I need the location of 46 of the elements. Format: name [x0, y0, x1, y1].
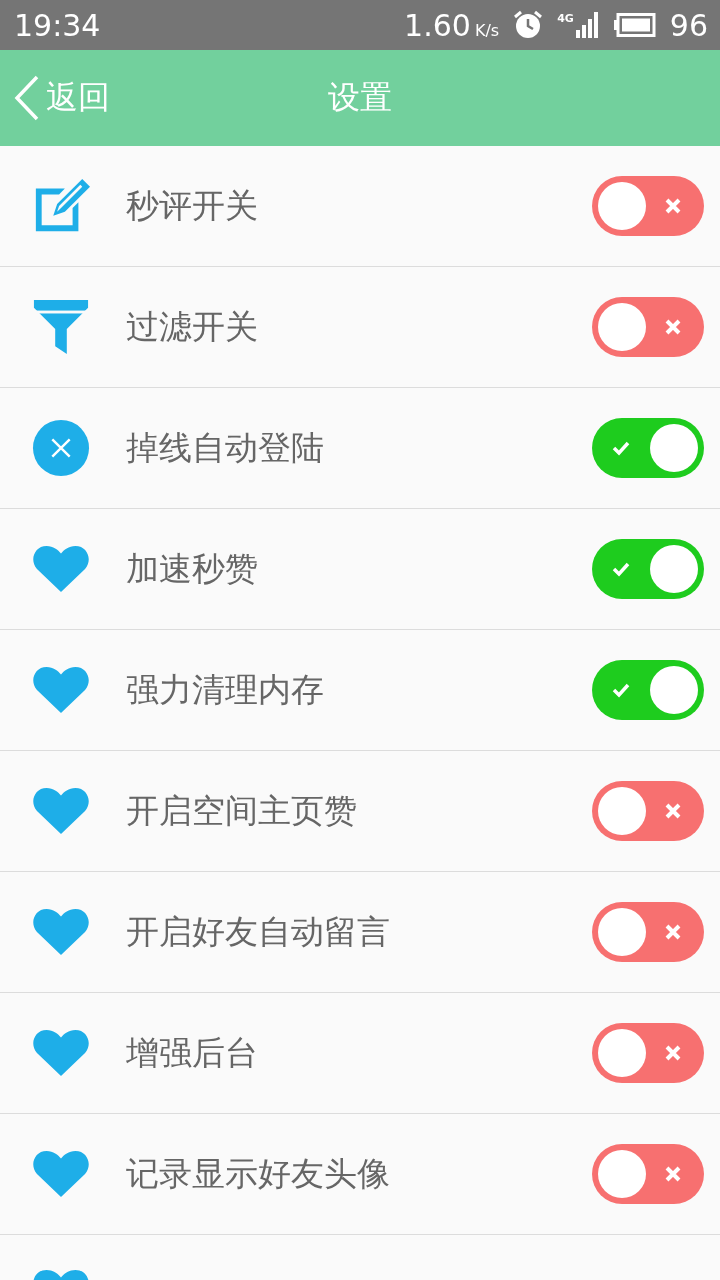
cross-icon	[664, 318, 682, 336]
setting-label: 增强后台	[126, 1031, 259, 1074]
toggle-switch[interactable]	[592, 297, 704, 357]
cross-icon	[664, 197, 682, 215]
cross-icon	[664, 802, 682, 820]
battery-level: 96	[669, 7, 708, 43]
signal-icon	[575, 12, 600, 38]
check-icon	[612, 560, 630, 578]
setting-label: 强力清理内存	[126, 668, 325, 711]
toggle-switch[interactable]	[592, 1023, 704, 1083]
network-type: 4G	[557, 12, 574, 25]
setting-label: 开启好友自动留言	[126, 910, 391, 953]
setting-label: 秒评开关	[126, 184, 259, 227]
speed-unit: K/s	[474, 20, 500, 40]
check-icon	[612, 681, 630, 699]
setting-label: 开启空间主页赞	[126, 789, 358, 832]
setting-label: 记录显示好友头像	[126, 1152, 391, 1195]
filter-icon	[32, 298, 90, 356]
toggle-switch[interactable]	[592, 418, 704, 478]
close-icon	[32, 419, 90, 477]
toggle-switch[interactable]	[592, 660, 704, 720]
cross-icon	[664, 1044, 682, 1062]
heart-icon	[32, 1028, 90, 1078]
network-speed: 1.60	[404, 7, 471, 43]
alarm-icon	[513, 10, 544, 40]
check-icon	[612, 439, 630, 457]
heart-icon	[32, 907, 90, 957]
clock-time: 19:34	[14, 7, 102, 43]
battery-icon	[613, 13, 656, 37]
toggle-switch[interactable]	[592, 1144, 704, 1204]
heart-icon	[32, 665, 90, 715]
heart-icon	[32, 786, 90, 836]
cross-icon	[664, 1165, 682, 1183]
page-title: 设置	[328, 78, 392, 116]
cross-icon	[664, 923, 682, 941]
toggle-switch[interactable]	[592, 902, 704, 962]
setting-label: 过滤开关	[126, 305, 259, 348]
setting-label: 掉线自动登陆	[126, 426, 325, 469]
chevron-left-icon	[14, 75, 40, 121]
toggle-switch[interactable]	[592, 781, 704, 841]
toggle-switch[interactable]	[592, 539, 704, 599]
heart-icon	[32, 544, 90, 594]
back-button[interactable]: 返回	[14, 75, 110, 121]
setting-label: 加速秒赞	[126, 547, 259, 590]
heart-icon	[32, 1149, 90, 1199]
toggle-switch[interactable]	[592, 176, 704, 236]
